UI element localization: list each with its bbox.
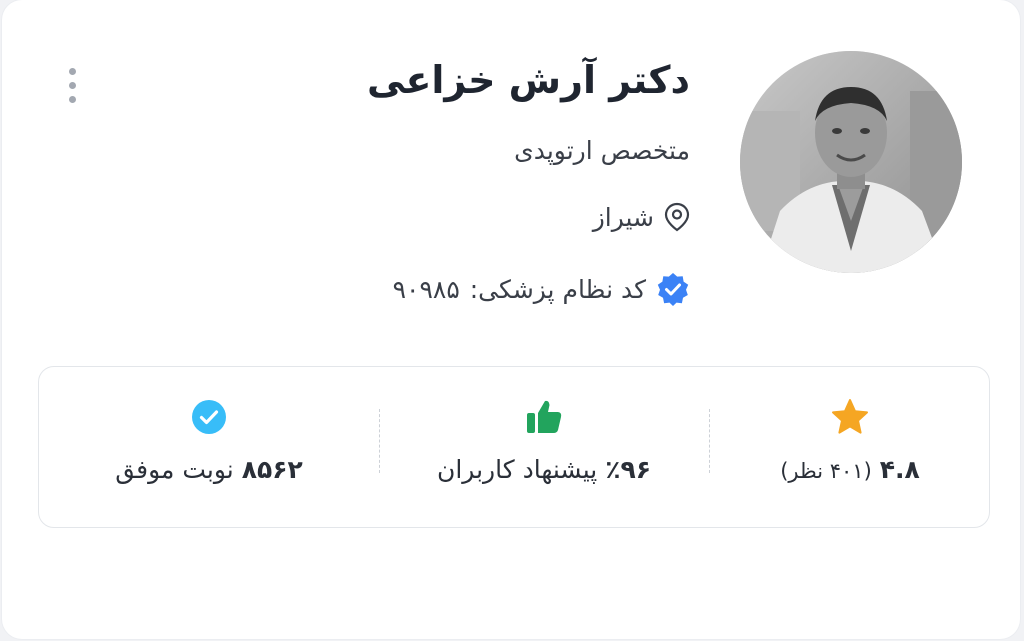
more-vertical-icon-dot bbox=[68, 81, 76, 89]
more-vertical-icon-dot bbox=[68, 95, 76, 103]
appointments-icon-wrap bbox=[39, 397, 379, 437]
rating-icon-wrap bbox=[709, 397, 991, 437]
medical-code-row: کد نظام پزشکی: ۹۰۹۸۵ bbox=[393, 272, 690, 306]
stat-divider bbox=[709, 409, 710, 473]
verified-badge-icon bbox=[656, 272, 690, 306]
appointments-stat: ۸۵۶۲ نوبت موفق bbox=[39, 367, 379, 527]
rating-stat: ۴.۸ (۴۰۱ نظر) bbox=[709, 367, 991, 527]
check-circle-icon bbox=[190, 398, 228, 436]
doctor-city: شیراز bbox=[592, 202, 654, 232]
rating-value: ۴.۸ bbox=[879, 455, 920, 484]
rating-text: ۴.۸ (۴۰۱ نظر) bbox=[709, 455, 991, 484]
more-options-button[interactable] bbox=[58, 60, 86, 110]
doctor-city-row: شیراز bbox=[593, 202, 690, 232]
medical-code-label: کد نظام پزشکی: bbox=[469, 274, 646, 304]
recommend-stat: ٪۹۶ پیشنهاد کاربران bbox=[379, 367, 709, 527]
recommend-text: ٪۹۶ پیشنهاد کاربران bbox=[379, 455, 709, 484]
doctor-profile-card: دکتر آرش خزاعی متخصص ارتوپدی شیراز کد نظ… bbox=[2, 0, 1020, 639]
rating-count: (۴۰۱ نظر) bbox=[780, 459, 872, 483]
appointments-label: نوبت موفق bbox=[115, 455, 234, 484]
location-pin-icon bbox=[664, 202, 690, 232]
recommend-icon-wrap bbox=[379, 397, 709, 437]
stat-divider bbox=[379, 409, 380, 473]
appointments-text: ۸۵۶۲ نوبت موفق bbox=[39, 455, 379, 484]
doctor-avatar bbox=[740, 51, 962, 273]
thumbs-up-icon bbox=[524, 397, 564, 437]
doctor-specialty: متخصص ارتوپدی bbox=[514, 136, 690, 165]
recommend-label: پیشنهاد کاربران bbox=[437, 455, 598, 484]
doctor-photo bbox=[740, 51, 962, 273]
doctor-name: دکتر آرش خزاعی bbox=[367, 58, 691, 102]
appointments-value: ۸۵۶۲ bbox=[241, 455, 303, 484]
more-vertical-icon bbox=[68, 67, 76, 75]
recommend-value: ٪۹۶ bbox=[605, 455, 651, 484]
medical-code-value: ۹۰۹۸۵ bbox=[392, 274, 460, 304]
star-icon bbox=[830, 397, 870, 437]
stats-panel: ۴.۸ (۴۰۱ نظر) ٪۹۶ پیشنهاد کاربران ۸۵۶۲ ن… bbox=[38, 366, 990, 528]
